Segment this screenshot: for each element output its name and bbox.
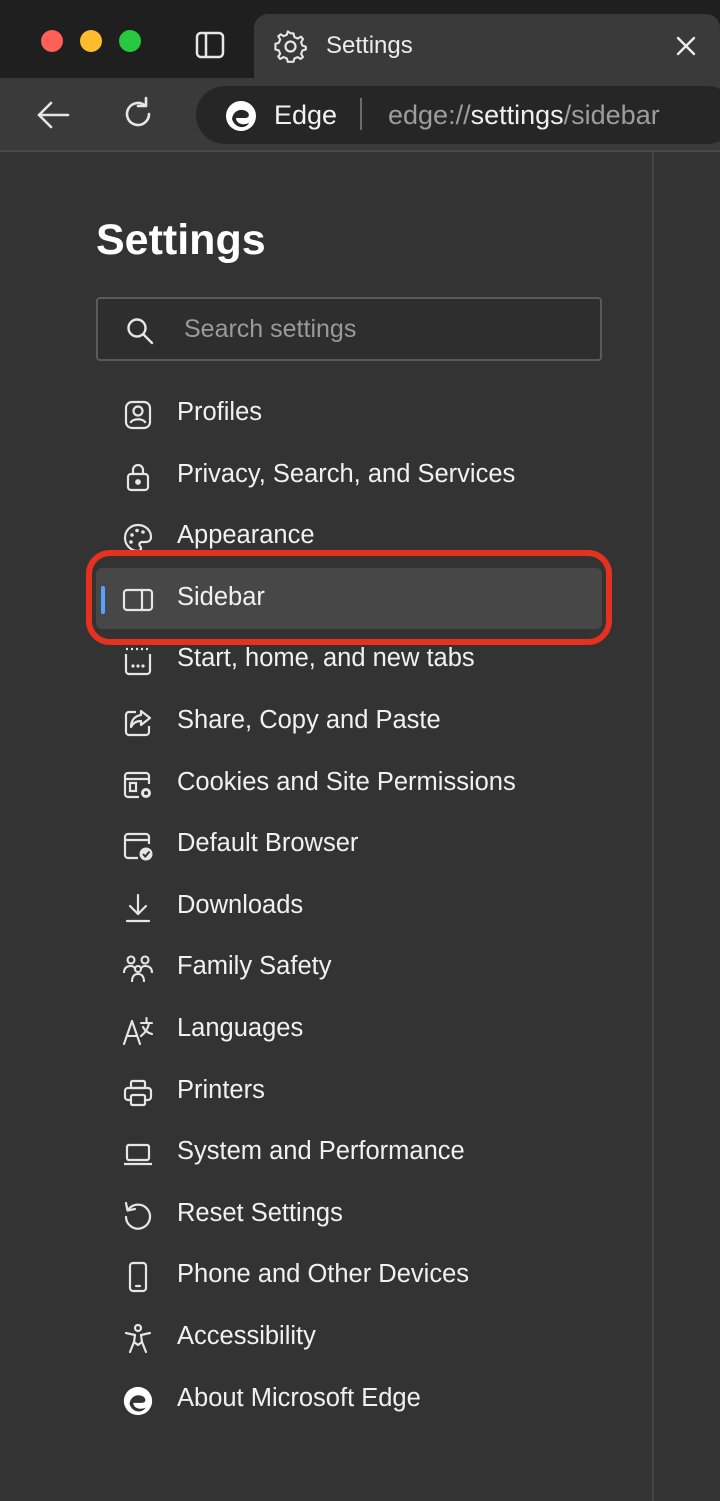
- vertical-tabs-icon[interactable]: [194, 29, 226, 61]
- download-icon: [122, 892, 154, 924]
- lock-icon: [122, 461, 154, 493]
- nav-item-default-browser[interactable]: Default Browser: [96, 814, 602, 876]
- nav-item-label: Share, Copy and Paste: [177, 705, 441, 734]
- minimize-window-button[interactable]: [80, 30, 102, 52]
- tab-title: Settings: [326, 32, 413, 59]
- page-title: Settings: [96, 216, 266, 264]
- nav-item-phone-devices[interactable]: Phone and Other Devices: [96, 1245, 602, 1307]
- url-scheme: edge://: [388, 100, 471, 130]
- phone-icon: [122, 1261, 154, 1293]
- address-bar[interactable]: Edge edge://settings/sidebar: [196, 86, 720, 144]
- nav-item-label: Cookies and Site Permissions: [177, 767, 516, 796]
- new-tab-icon: [122, 645, 154, 677]
- nav-item-languages[interactable]: Languages: [96, 999, 602, 1061]
- search-box[interactable]: [96, 297, 602, 361]
- nav-item-reset-settings[interactable]: Reset Settings: [96, 1184, 602, 1246]
- nav-item-label: System and Performance: [177, 1137, 465, 1166]
- language-icon: [122, 1015, 154, 1047]
- share-icon: [122, 707, 154, 739]
- nav-item-share-copy-paste[interactable]: Share, Copy and Paste: [96, 691, 602, 753]
- settings-nav: Profiles Privacy, Search, and Services A…: [96, 383, 616, 1430]
- nav-item-label: Appearance: [177, 521, 315, 550]
- nav-item-label: Default Browser: [177, 829, 359, 858]
- cookie-permissions-icon: [122, 769, 154, 801]
- printer-icon: [122, 1077, 154, 1109]
- address-toolbar: Edge edge://settings/sidebar: [0, 78, 720, 152]
- nav-item-label: Sidebar: [177, 582, 265, 611]
- nav-item-sidebar[interactable]: Sidebar: [96, 567, 602, 630]
- refresh-icon[interactable]: [118, 94, 158, 134]
- nav-item-family-safety[interactable]: Family Safety: [96, 937, 602, 999]
- accessibility-icon: [122, 1323, 154, 1355]
- nav-item-label: Printers: [177, 1075, 265, 1104]
- nav-item-label: Reset Settings: [177, 1198, 343, 1227]
- tab-settings[interactable]: Settings: [254, 14, 720, 78]
- nav-item-start-home[interactable]: Start, home, and new tabs: [96, 629, 602, 691]
- family-icon: [122, 953, 154, 985]
- close-tab-icon[interactable]: [674, 34, 698, 58]
- address-separator: [360, 98, 362, 130]
- site-identity-label: Edge: [274, 100, 338, 130]
- search-input[interactable]: [184, 309, 584, 349]
- browser-window: Settings Edge edge://settings/sidebar Se…: [0, 0, 720, 1501]
- url-path: sidebar: [571, 100, 660, 130]
- nav-item-downloads[interactable]: Downloads: [96, 876, 602, 938]
- url-host: settings: [470, 100, 564, 130]
- nav-item-profiles[interactable]: Profiles: [96, 383, 602, 445]
- nav-item-label: Family Safety: [177, 952, 332, 981]
- nav-item-printers[interactable]: Printers: [96, 1061, 602, 1123]
- edge-logo-icon: [224, 99, 258, 133]
- palette-icon: [122, 522, 154, 554]
- zoom-window-button[interactable]: [119, 30, 141, 52]
- nav-item-privacy[interactable]: Privacy, Search, and Services: [96, 445, 602, 507]
- nav-item-label: Downloads: [177, 890, 304, 919]
- laptop-icon: [122, 1138, 154, 1170]
- nav-item-about-edge[interactable]: About Microsoft Edge: [96, 1369, 602, 1431]
- nav-item-label: Accessibility: [177, 1321, 316, 1350]
- nav-item-appearance[interactable]: Appearance: [96, 506, 602, 568]
- nav-item-label: Privacy, Search, and Services: [177, 459, 516, 488]
- edge-logo-icon: [122, 1385, 154, 1417]
- reset-icon: [122, 1200, 154, 1232]
- nav-item-cookies[interactable]: Cookies and Site Permissions: [96, 753, 602, 815]
- nav-item-system-performance[interactable]: System and Performance: [96, 1122, 602, 1184]
- tab-bar: Settings: [0, 0, 720, 78]
- gear-icon: [274, 30, 308, 64]
- default-browser-icon: [122, 830, 154, 862]
- nav-item-label: Start, home, and new tabs: [177, 644, 475, 673]
- sidebar-icon: [122, 584, 154, 616]
- nav-item-label: Languages: [177, 1013, 304, 1042]
- search-icon: [126, 317, 154, 345]
- close-window-button[interactable]: [41, 30, 63, 52]
- content-divider: [652, 152, 654, 1501]
- back-arrow-icon[interactable]: [34, 96, 72, 134]
- nav-item-label: About Microsoft Edge: [177, 1383, 421, 1412]
- nav-item-accessibility[interactable]: Accessibility: [96, 1307, 602, 1369]
- url-text[interactable]: edge://settings/sidebar: [388, 100, 660, 131]
- nav-item-label: Profiles: [177, 398, 263, 426]
- profile-icon: [122, 399, 154, 431]
- nav-item-label: Phone and Other Devices: [177, 1260, 470, 1289]
